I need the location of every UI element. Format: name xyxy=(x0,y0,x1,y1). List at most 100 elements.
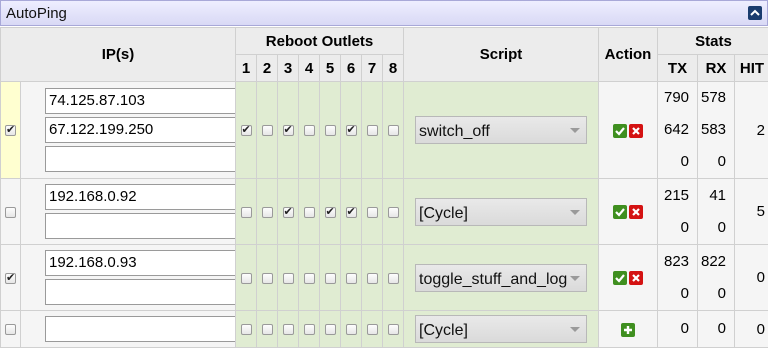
autoping-titlebar: AutoPing xyxy=(0,0,768,26)
outlet-1-checkbox[interactable] xyxy=(241,207,252,218)
outlet-5-checkbox[interactable] xyxy=(325,207,336,218)
outlet-2-checkbox[interactable] xyxy=(262,324,273,335)
check-icon xyxy=(613,124,627,138)
ip-input[interactable] xyxy=(45,279,238,305)
outlet-7-checkbox[interactable] xyxy=(367,207,378,218)
outlet-8-checkbox[interactable] xyxy=(388,207,399,218)
rx-value: 822 xyxy=(698,246,734,278)
dropdown-arrow-icon xyxy=(570,128,580,133)
rx-value: 0 xyxy=(698,146,734,178)
outlet-3-checkbox[interactable] xyxy=(283,207,294,218)
rx-value: 0 xyxy=(698,313,734,345)
delete-row-button[interactable] xyxy=(629,271,643,285)
outlet-cell xyxy=(341,179,362,245)
outlet-6-checkbox[interactable] xyxy=(346,273,357,284)
outlet-cell xyxy=(299,82,320,179)
outlet-5-checkbox[interactable] xyxy=(325,324,336,335)
row-select-checkbox[interactable] xyxy=(5,207,16,218)
delete-row-button[interactable] xyxy=(629,205,643,219)
script-select-value: [Cycle] xyxy=(419,322,468,339)
script-cell: switch_off xyxy=(404,82,599,179)
outlet-6-checkbox[interactable] xyxy=(346,207,357,218)
rx-cell: 8220 xyxy=(698,245,735,311)
tx-value: 0 xyxy=(658,212,697,244)
outlet-6-checkbox[interactable] xyxy=(346,125,357,136)
dropdown-arrow-icon xyxy=(570,210,580,215)
outlet-7-checkbox[interactable] xyxy=(367,273,378,284)
outlet-5-checkbox[interactable] xyxy=(325,273,336,284)
outlet-cell xyxy=(320,245,341,311)
table-row: 74.125.87.10367.122.199.250switch_off790… xyxy=(1,82,768,179)
action-cell xyxy=(599,245,658,311)
script-select[interactable]: toggle_stuff_and_log xyxy=(415,264,587,292)
outlet-cell xyxy=(257,82,278,179)
reboot-outlets-header: Reboot Outlets xyxy=(236,28,404,55)
outlet-1-checkbox[interactable] xyxy=(241,125,252,136)
outlet-7-checkbox[interactable] xyxy=(367,125,378,136)
ips-header: IP(s) xyxy=(1,28,236,82)
outlet-cell xyxy=(383,82,404,179)
outlet-2-checkbox[interactable] xyxy=(262,273,273,284)
outlet-6-checkbox[interactable] xyxy=(346,324,357,335)
outlet-cell xyxy=(362,245,383,311)
outlet-cell xyxy=(362,311,383,348)
outlet-4-checkbox[interactable] xyxy=(304,273,315,284)
delete-row-button[interactable] xyxy=(629,124,643,138)
outlet-5-checkbox[interactable] xyxy=(325,125,336,136)
outlet-2-checkbox[interactable] xyxy=(262,125,273,136)
outlet-number-header: 7 xyxy=(362,55,383,82)
outlet-3-checkbox[interactable] xyxy=(283,125,294,136)
ip-input[interactable] xyxy=(45,213,238,239)
row-select-checkbox[interactable] xyxy=(5,125,16,136)
outlet-7-checkbox[interactable] xyxy=(367,324,378,335)
outlet-8-checkbox[interactable] xyxy=(388,273,399,284)
outlet-8-checkbox[interactable] xyxy=(388,324,399,335)
hit-header: HIT xyxy=(735,55,768,82)
outlet-cell xyxy=(320,179,341,245)
outlet-3-checkbox[interactable] xyxy=(283,273,294,284)
outlet-2-checkbox[interactable] xyxy=(262,207,273,218)
ip-input[interactable]: 192.168.0.92 xyxy=(45,184,238,210)
plus-icon xyxy=(621,323,635,337)
row-select-checkbox[interactable] xyxy=(5,324,16,335)
ip-input[interactable]: 192.168.0.93 xyxy=(45,250,238,276)
script-select[interactable]: [Cycle] xyxy=(415,198,587,226)
save-row-button[interactable] xyxy=(613,205,627,219)
outlet-4-checkbox[interactable] xyxy=(304,207,315,218)
outlet-cell xyxy=(383,179,404,245)
autoping-table: IP(s) Reboot Outlets Script Action Stats… xyxy=(0,27,768,348)
outlet-8-checkbox[interactable] xyxy=(388,125,399,136)
ip-input[interactable] xyxy=(45,146,238,172)
collapse-panel-button[interactable] xyxy=(748,6,762,20)
ip-input[interactable] xyxy=(45,316,238,342)
tx-value: 642 xyxy=(658,114,697,146)
script-select[interactable]: switch_off xyxy=(415,116,587,144)
outlet-1-checkbox[interactable] xyxy=(241,273,252,284)
row-select-checkbox[interactable] xyxy=(5,273,16,284)
outlet-cell xyxy=(320,311,341,348)
outlet-cell xyxy=(299,245,320,311)
tx-cell: 2150 xyxy=(658,179,698,245)
row-select-cell xyxy=(1,311,21,348)
outlet-1-checkbox[interactable] xyxy=(241,324,252,335)
script-select[interactable]: [Cycle] xyxy=(415,315,587,343)
outlet-4-checkbox[interactable] xyxy=(304,324,315,335)
ip-cell: 192.168.0.92 xyxy=(21,179,236,245)
check-icon xyxy=(613,205,627,219)
ip-input[interactable]: 74.125.87.103 xyxy=(45,88,238,114)
script-cell: toggle_stuff_and_log xyxy=(404,245,599,311)
outlet-3-checkbox[interactable] xyxy=(283,324,294,335)
outlet-4-checkbox[interactable] xyxy=(304,125,315,136)
ip-input[interactable]: 67.122.199.250 xyxy=(45,117,238,143)
script-cell: [Cycle] xyxy=(404,179,599,245)
x-icon xyxy=(629,205,643,219)
script-header: Script xyxy=(404,28,599,82)
hit-value: 5 xyxy=(735,179,768,245)
outlet-number-header: 1 xyxy=(236,55,257,82)
outlet-number-header: 6 xyxy=(341,55,362,82)
outlet-cell xyxy=(236,179,257,245)
save-row-button[interactable] xyxy=(613,271,627,285)
save-row-button[interactable] xyxy=(613,124,627,138)
panel-title: AutoPing xyxy=(6,5,67,22)
add-row-button[interactable] xyxy=(621,323,635,337)
